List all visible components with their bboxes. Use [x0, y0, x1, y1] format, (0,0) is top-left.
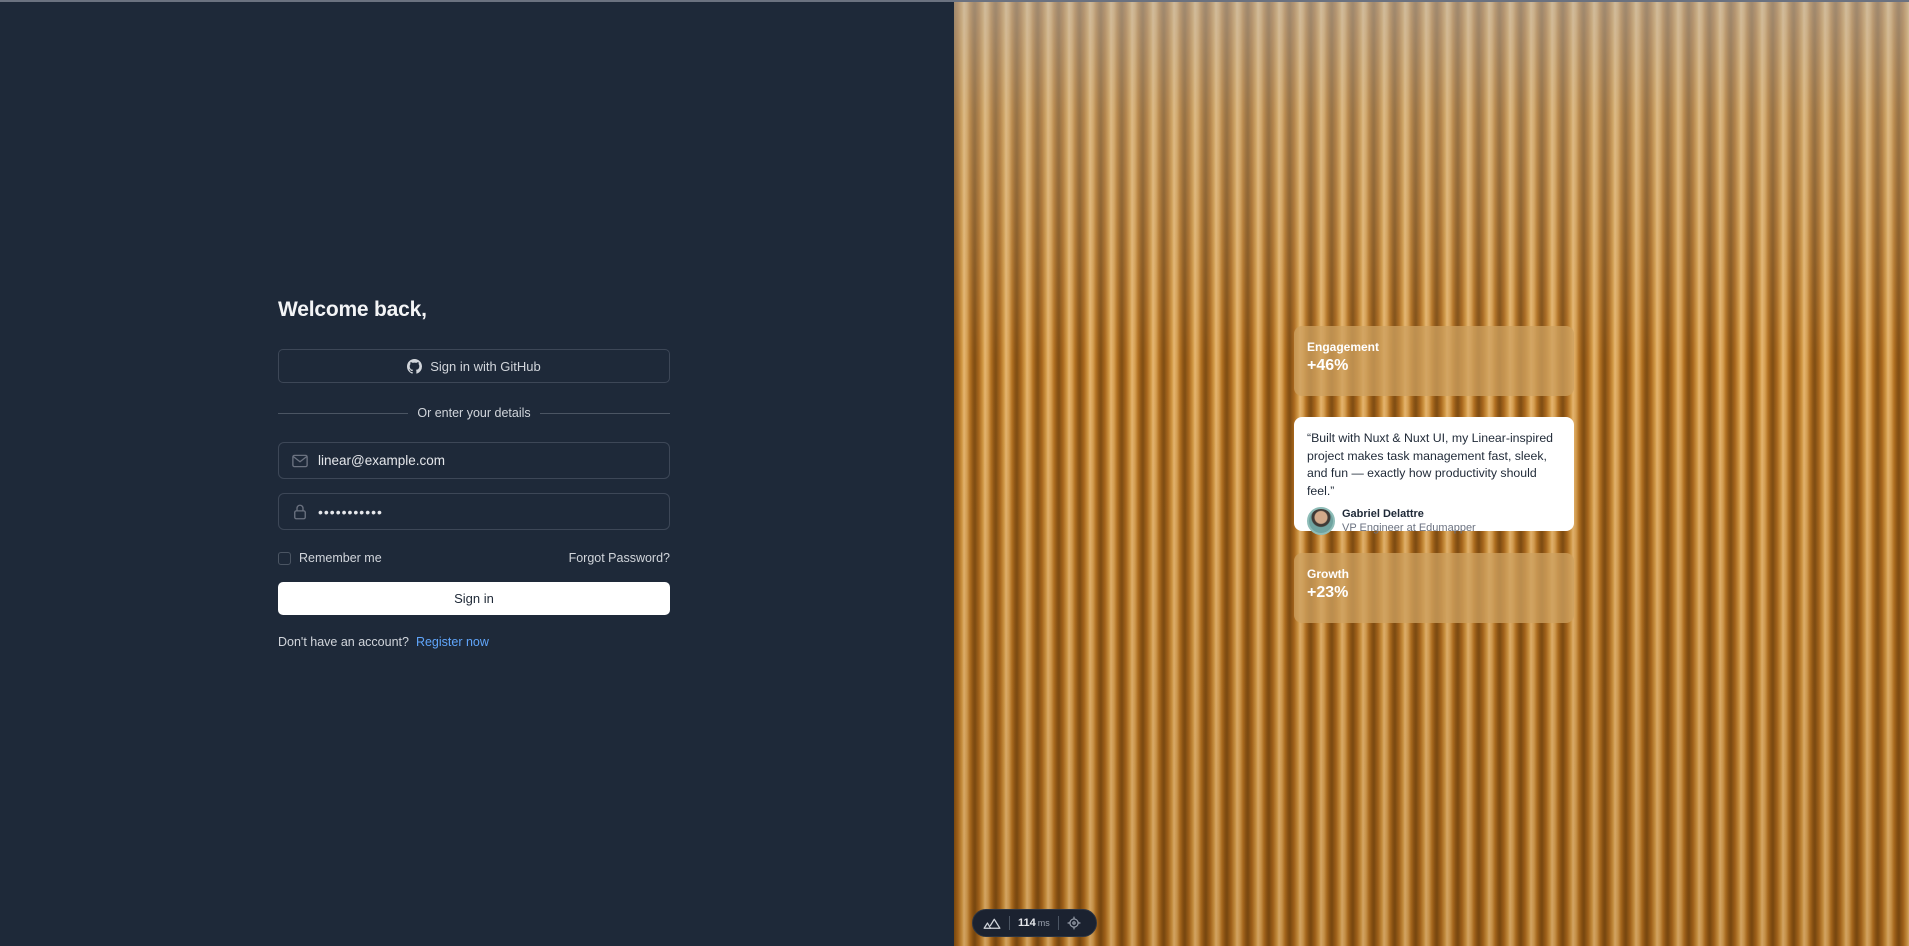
page-title: Welcome back,	[278, 298, 427, 321]
nuxt-devtools-bar[interactable]: 114 ms	[972, 909, 1097, 937]
engagement-card: Engagement +46%	[1294, 326, 1574, 396]
testimonial-quote: “Built with Nuxt & Nuxt UI, my Linear-in…	[1307, 431, 1554, 498]
response-time-value: 114	[1018, 917, 1036, 929]
register-link[interactable]: Register now	[416, 635, 489, 649]
devbar-separator	[1009, 916, 1010, 930]
divider-line-right	[539, 412, 670, 414]
divider-text: Or enter your details	[417, 406, 531, 420]
response-time-unit: ms	[1037, 918, 1050, 928]
remember-checkbox[interactable]	[278, 551, 291, 565]
or-divider: Or enter your details	[278, 406, 670, 420]
remember-me[interactable]: Remember me	[278, 551, 382, 565]
avatar	[1307, 507, 1335, 535]
author-role: VP Engineer at Edumapper	[1342, 522, 1476, 534]
github-signin-button[interactable]: Sign in with GitHub	[278, 349, 670, 383]
signin-button[interactable]: Sign in	[278, 582, 670, 615]
crosshair-icon[interactable]	[1067, 916, 1081, 930]
remember-label: Remember me	[299, 551, 382, 565]
nuxt-logo-icon[interactable]	[983, 917, 1001, 929]
email-input[interactable]	[318, 453, 648, 468]
growth-card: Growth +23%	[1294, 553, 1574, 623]
login-panel: Welcome back, Sign in with GitHub Or ent…	[0, 2, 954, 946]
options-row: Remember me Forgot Password?	[278, 549, 670, 567]
devbar-separator	[1057, 916, 1059, 930]
password-field[interactable]	[278, 493, 670, 530]
mail-icon	[292, 454, 308, 467]
email-field[interactable]	[278, 442, 670, 479]
engagement-label: Engagement	[1307, 340, 1380, 354]
login-form: Welcome back, Sign in with GitHub Or ent…	[278, 298, 670, 649]
testimonial-author: Gabriel Delattre VP Engineer at Edumappe…	[1307, 507, 1561, 535]
testimonial-card: “Built with Nuxt & Nuxt UI, my Linear-in…	[1294, 417, 1574, 535]
growth-value: +23%	[1307, 584, 1349, 601]
password-input[interactable]	[318, 503, 648, 520]
response-time[interactable]: 114 ms	[1018, 917, 1050, 929]
forgot-password-link[interactable]: Forgot Password?	[569, 551, 670, 565]
author-info: Gabriel Delattre VP Engineer at Edumappe…	[1342, 508, 1476, 534]
divider-line-left	[278, 412, 409, 414]
engagement-value: +46%	[1307, 357, 1349, 374]
register-row: Don't have an account? Register now	[278, 635, 489, 649]
github-button-label: Sign in with GitHub	[430, 358, 541, 374]
lock-icon	[294, 504, 306, 519]
github-icon	[407, 358, 423, 374]
author-name: Gabriel Delattre	[1342, 508, 1424, 520]
growth-label: Growth	[1307, 567, 1349, 581]
no-account-text: Don't have an account?	[278, 635, 409, 649]
